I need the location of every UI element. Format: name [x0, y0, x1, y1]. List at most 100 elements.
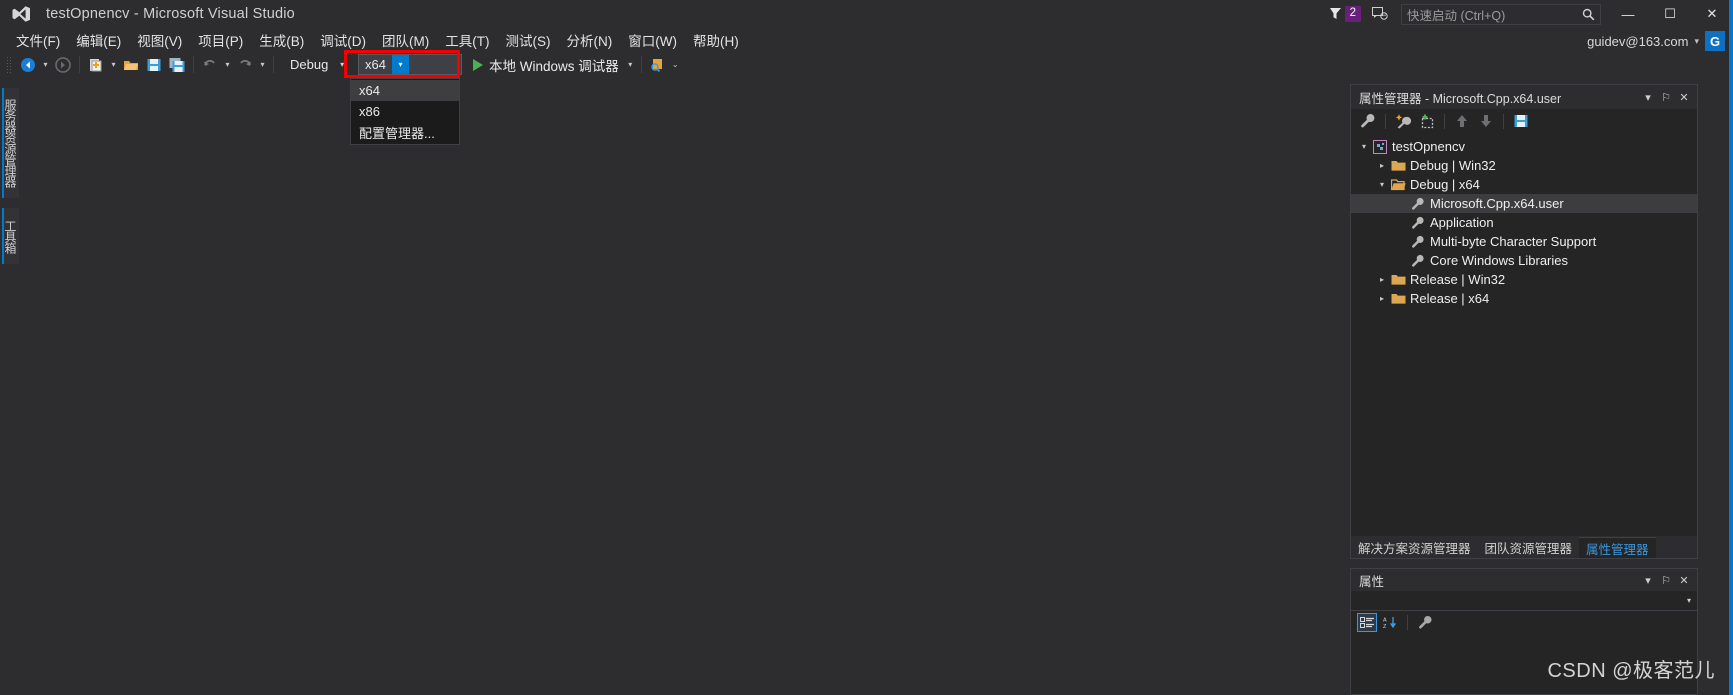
- chevron-down-icon: ▾: [1686, 596, 1691, 605]
- move-down-icon[interactable]: [1475, 110, 1497, 132]
- redo-icon[interactable]: [234, 54, 256, 76]
- feedback-smiley-icon[interactable]: [1365, 1, 1395, 27]
- categorized-view-icon[interactable]: [1357, 613, 1377, 632]
- panel-close-icon[interactable]: ✕: [1675, 570, 1693, 590]
- sidebar-tab-toolbox[interactable]: 工具箱: [2, 208, 19, 264]
- chevron-down-icon[interactable]: ▾: [391, 55, 409, 74]
- sidebar-tab-server-explorer-label: 服务器资源管理器: [3, 99, 17, 187]
- property-pages-wrench-icon[interactable]: [1415, 613, 1435, 632]
- tree-item-debug-x64[interactable]: ▾ Debug | x64: [1351, 175, 1697, 194]
- twisty-collapsed-icon[interactable]: ▸: [1375, 275, 1389, 284]
- dock-tab-strip: 解决方案资源管理器 团队资源管理器 属性管理器: [1351, 536, 1697, 558]
- add-existing-property-sheet-icon[interactable]: [1416, 110, 1438, 132]
- tab-accent-bar: [2, 88, 4, 198]
- property-manager-toolbar: [1351, 109, 1697, 133]
- tree-item-multibyte-character-support-label: Multi-byte Character Support: [1430, 234, 1597, 249]
- window-title: testOpnencv - Microsoft Visual Studio: [46, 6, 295, 22]
- tree-item-project[interactable]: ▾ testOpnencv: [1351, 137, 1697, 156]
- undo-caret-icon[interactable]: ▾: [222, 54, 233, 76]
- new-project-icon[interactable]: [85, 54, 107, 76]
- tree-item-application[interactable]: Application: [1351, 213, 1697, 232]
- tab-solution-explorer[interactable]: 解决方案资源管理器: [1351, 537, 1478, 558]
- menu-item-file[interactable]: 文件(F): [8, 28, 68, 52]
- notifications-button[interactable]: 2: [1325, 6, 1365, 22]
- start-debugging-button[interactable]: 本地 Windows 调试器 ▾: [473, 54, 636, 76]
- menu-item-debug[interactable]: 调试(D): [312, 28, 374, 52]
- folder-open-icon: [1389, 178, 1407, 191]
- panel-pin-icon[interactable]: ⚐: [1657, 570, 1675, 590]
- menu-item-edit[interactable]: 编辑(E): [68, 28, 129, 52]
- property-sheet-icon: [1409, 235, 1427, 249]
- platform-dropdown-list[interactable]: x64 x86 配置管理器...: [350, 78, 460, 145]
- undo-icon[interactable]: [199, 54, 221, 76]
- folder-closed-icon: [1389, 292, 1407, 305]
- menu-item-team[interactable]: 团队(M): [374, 28, 437, 52]
- save-icon[interactable]: [143, 54, 165, 76]
- toolbar-separator: [193, 56, 194, 73]
- twisty-expanded-icon[interactable]: ▾: [1357, 142, 1371, 151]
- properties-object-selector[interactable]: ▾: [1351, 591, 1697, 611]
- move-up-icon[interactable]: [1451, 110, 1473, 132]
- toolbar-overflow-icon[interactable]: ⌄: [670, 54, 681, 76]
- navigate-back-icon[interactable]: [17, 54, 39, 76]
- play-icon: [473, 58, 483, 71]
- menu-item-build[interactable]: 生成(B): [251, 28, 312, 52]
- tab-property-manager[interactable]: 属性管理器: [1579, 537, 1656, 558]
- close-button[interactable]: ✕: [1691, 0, 1733, 28]
- alphabetical-sort-icon[interactable]: A Z: [1380, 613, 1400, 632]
- toolbar-grip[interactable]: [6, 55, 13, 74]
- menu-item-analyze[interactable]: 分析(N): [559, 28, 621, 52]
- maximize-button[interactable]: ☐: [1649, 0, 1691, 28]
- tree-item-application-label: Application: [1430, 215, 1494, 230]
- tree-item-release-x64[interactable]: ▸ Release | x64: [1351, 289, 1697, 308]
- tab-team-explorer[interactable]: 团队资源管理器: [1478, 537, 1580, 558]
- dropdown-option-configuration-manager[interactable]: 配置管理器...: [351, 122, 459, 143]
- chevron-down-icon[interactable]: ▾: [1694, 36, 1699, 47]
- tree-item-debug-win32[interactable]: ▸ Debug | Win32: [1351, 156, 1697, 175]
- panel-pin-icon[interactable]: ⚐: [1657, 87, 1675, 107]
- menu-item-help[interactable]: 帮助(H): [685, 28, 747, 52]
- avatar[interactable]: G: [1705, 31, 1725, 51]
- properties-wrench-icon[interactable]: [1357, 110, 1379, 132]
- property-sheet-icon: [1409, 254, 1427, 268]
- tree-item-core-windows-libraries[interactable]: Core Windows Libraries: [1351, 251, 1697, 270]
- toolbar-separator: [1444, 113, 1445, 129]
- minimize-button[interactable]: —: [1607, 0, 1649, 28]
- navigate-forward-icon[interactable]: [52, 54, 74, 76]
- tree-item-microsoft-cpp-x64-user[interactable]: Microsoft.Cpp.x64.user: [1351, 194, 1697, 213]
- menu-item-project[interactable]: 项目(P): [190, 28, 251, 52]
- redo-caret-icon[interactable]: ▾: [257, 54, 268, 76]
- property-manager-tree[interactable]: ▾ testOpnencv ▸ Debug | Win32 ▾ Debug | …: [1351, 133, 1697, 536]
- save-all-icon[interactable]: [166, 54, 188, 76]
- panel-dropdown-icon[interactable]: ▾: [1639, 87, 1657, 107]
- twisty-expanded-icon[interactable]: ▾: [1375, 180, 1389, 189]
- add-new-project-property-sheet-icon[interactable]: [1392, 110, 1414, 132]
- tree-item-multibyte-character-support[interactable]: Multi-byte Character Support: [1351, 232, 1697, 251]
- new-project-caret-icon[interactable]: ▾: [108, 54, 119, 76]
- property-manager-panel: 属性管理器 - Microsoft.Cpp.x64.user ▾ ⚐ ✕ ▾ t…: [1350, 84, 1698, 559]
- account-email[interactable]: guidev@163.com: [1587, 34, 1688, 49]
- navigate-back-caret-icon[interactable]: ▾: [40, 54, 51, 76]
- solution-platform-combo[interactable]: x64 ▾: [358, 54, 462, 75]
- menu-item-tools[interactable]: 工具(T): [437, 28, 497, 52]
- property-sheet-icon: [1409, 216, 1427, 230]
- quick-launch-placeholder: 快速启动 (Ctrl+Q): [1407, 8, 1506, 23]
- quick-launch-input[interactable]: 快速启动 (Ctrl+Q): [1401, 3, 1601, 25]
- panel-dropdown-icon[interactable]: ▾: [1639, 570, 1657, 590]
- twisty-collapsed-icon[interactable]: ▸: [1375, 294, 1389, 303]
- panel-close-icon[interactable]: ✕: [1675, 87, 1693, 107]
- dropdown-option-x86[interactable]: x86: [351, 101, 459, 122]
- solution-configuration-combo[interactable]: Debug ▾: [283, 54, 351, 75]
- menu-item-test[interactable]: 测试(S): [498, 28, 559, 52]
- menu-item-window[interactable]: 窗口(W): [620, 28, 685, 52]
- start-debugging-caret-icon[interactable]: ▾: [625, 54, 636, 76]
- menu-item-view[interactable]: 视图(V): [129, 28, 190, 52]
- left-auto-hide-tabs: 服务器资源管理器 工具箱: [0, 80, 20, 695]
- twisty-collapsed-icon[interactable]: ▸: [1375, 161, 1389, 170]
- attach-to-process-icon[interactable]: [647, 54, 669, 76]
- sidebar-tab-server-explorer[interactable]: 服务器资源管理器: [2, 88, 19, 198]
- dropdown-option-x64[interactable]: x64: [351, 80, 459, 101]
- save-icon[interactable]: [1510, 110, 1532, 132]
- open-file-icon[interactable]: [120, 54, 142, 76]
- tree-item-release-win32[interactable]: ▸ Release | Win32: [1351, 270, 1697, 289]
